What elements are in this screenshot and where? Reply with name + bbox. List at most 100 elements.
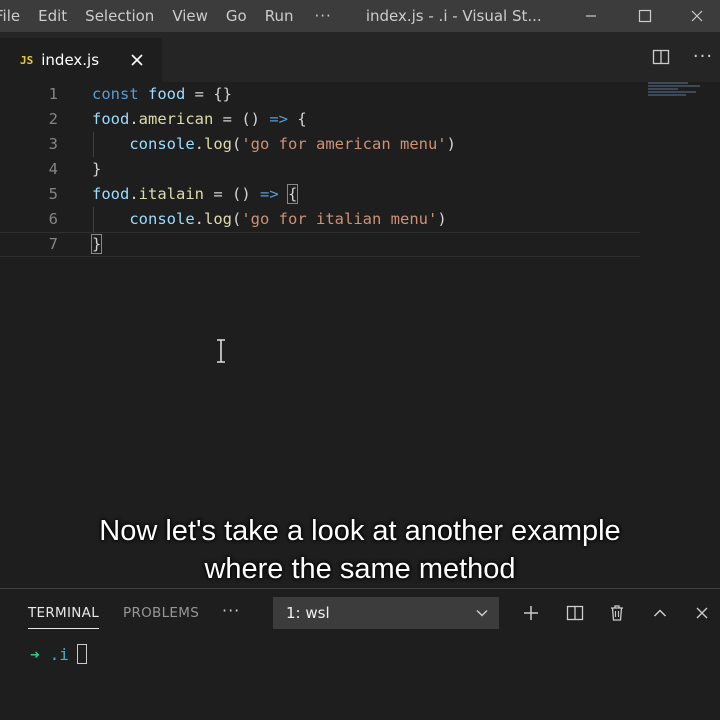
caption-line: where the same method — [204, 553, 516, 585]
menu-more-button[interactable]: ··· — [303, 7, 344, 25]
line-number: 3 — [48, 135, 58, 153]
code-token: = {} — [185, 85, 233, 103]
title-bar: File Edit Selection View Go Run ··· inde… — [0, 0, 720, 32]
tab-terminal[interactable]: TERMINAL — [28, 605, 100, 629]
code-token: console — [129, 135, 195, 153]
minimap[interactable] — [648, 82, 704, 102]
code-line[interactable]: 1 const food = {} — [0, 82, 640, 107]
code-token: log — [204, 210, 232, 228]
line-number: 6 — [48, 210, 58, 228]
code-token: console — [129, 210, 195, 228]
matching-bracket: { — [286, 184, 299, 204]
code-token: log — [204, 135, 232, 153]
kill-terminal-button[interactable] — [607, 603, 627, 623]
close-icon — [691, 10, 703, 22]
terminal-prompt[interactable]: ➜ .i — [30, 644, 87, 664]
code-token: . — [194, 135, 204, 153]
panel-more-button[interactable]: ··· — [222, 601, 240, 620]
code-token: 'go for american menu' — [241, 135, 447, 153]
caption-line: Now let's take a look at another example — [99, 515, 621, 547]
code-token: food — [148, 85, 186, 103]
minimize-button[interactable] — [568, 0, 614, 32]
code-text: console.log('go for italian menu') — [92, 207, 447, 232]
terminal-select-value: 1: wsl — [286, 604, 330, 622]
code-token: ) — [446, 135, 456, 153]
code-token: 'go for italian menu' — [241, 210, 438, 228]
code-text: } — [92, 157, 101, 182]
code-token: = () — [204, 185, 260, 203]
code-line[interactable]: 5 food.italain = () => { — [0, 182, 640, 207]
code-token: italain — [138, 185, 204, 203]
maximize-panel-button[interactable] — [650, 603, 670, 623]
code-text: food.american = () => { — [92, 107, 307, 132]
plus-icon — [524, 606, 538, 620]
code-text: const food = {} — [92, 82, 232, 107]
chevron-down-icon — [476, 609, 488, 617]
code-text: food.italain = () => { — [92, 182, 299, 207]
bottom-panel: TERMINAL PROBLEMS ··· 1: wsl ➜ .i — [0, 588, 720, 720]
video-caption: Now let's take a look at another example… — [0, 512, 720, 588]
code-token: . — [129, 185, 139, 203]
code-text: console.log('go for american menu') — [92, 132, 456, 157]
menu-run[interactable]: Run — [256, 7, 303, 25]
close-window-button[interactable] — [674, 0, 720, 32]
code-line[interactable]: 2 food.american = () => { — [0, 107, 640, 132]
code-token: => — [260, 185, 279, 203]
close-tab-button[interactable] — [128, 51, 146, 69]
menu-selection[interactable]: Selection — [76, 7, 163, 25]
code-token: ) — [437, 210, 447, 228]
code-token: ( — [232, 135, 242, 153]
line-number: 7 — [48, 235, 58, 253]
chevron-up-icon — [653, 609, 667, 617]
text-cursor-icon — [217, 339, 225, 363]
split-terminal-button[interactable] — [565, 603, 585, 623]
code-token: const — [92, 85, 139, 103]
terminal-select[interactable]: 1: wsl — [273, 597, 499, 629]
code-line[interactable]: 7} — [0, 232, 640, 257]
line-number: 5 — [48, 185, 58, 203]
code-token: ( — [232, 210, 242, 228]
window-title: index.js - .i - Visual St... — [365, 7, 542, 25]
line-number: 1 — [48, 85, 58, 103]
tab-label: index.js — [41, 51, 100, 69]
tab-problems[interactable]: PROBLEMS — [123, 605, 199, 621]
menu-view[interactable]: View — [163, 7, 217, 25]
code-token: } — [92, 160, 102, 178]
prompt-arrow: ➜ — [30, 644, 40, 664]
menu-file[interactable]: File — [0, 7, 29, 25]
code-line[interactable]: 6 console.log('go for italian menu') — [0, 207, 640, 232]
line-number: 2 — [48, 110, 58, 128]
code-line[interactable]: 4} — [0, 157, 640, 182]
prompt-directory: .i — [49, 644, 69, 664]
code-token: = () — [213, 110, 270, 128]
tab-index-js[interactable]: JS index.js — [0, 38, 162, 82]
line-number: 4 — [48, 160, 58, 178]
code-text: } — [90, 232, 103, 257]
code-token: => — [269, 110, 288, 128]
maximize-icon — [638, 9, 652, 23]
maximize-button[interactable] — [622, 0, 668, 32]
more-actions-button[interactable]: ··· — [692, 46, 714, 68]
code-token: { — [288, 110, 307, 128]
split-editor-button[interactable] — [650, 46, 672, 68]
code-line[interactable]: 3 console.log('go for american menu') — [0, 132, 640, 157]
split-editor-icon — [652, 49, 670, 65]
close-icon — [131, 54, 143, 66]
matching-bracket: } — [90, 234, 103, 254]
new-terminal-button[interactable] — [521, 603, 541, 623]
split-terminal-icon — [566, 605, 584, 621]
terminal-cursor — [76, 644, 87, 664]
menu-edit[interactable]: Edit — [29, 7, 76, 25]
code-token: food — [92, 185, 130, 203]
editor-tabs-bar: JS index.js ··· — [0, 32, 720, 82]
trash-icon — [611, 605, 623, 621]
menu-go[interactable]: Go — [217, 7, 256, 25]
close-icon — [696, 607, 708, 619]
code-token: american — [138, 110, 214, 128]
close-panel-button[interactable] — [692, 603, 712, 623]
code-token: food — [92, 110, 130, 128]
